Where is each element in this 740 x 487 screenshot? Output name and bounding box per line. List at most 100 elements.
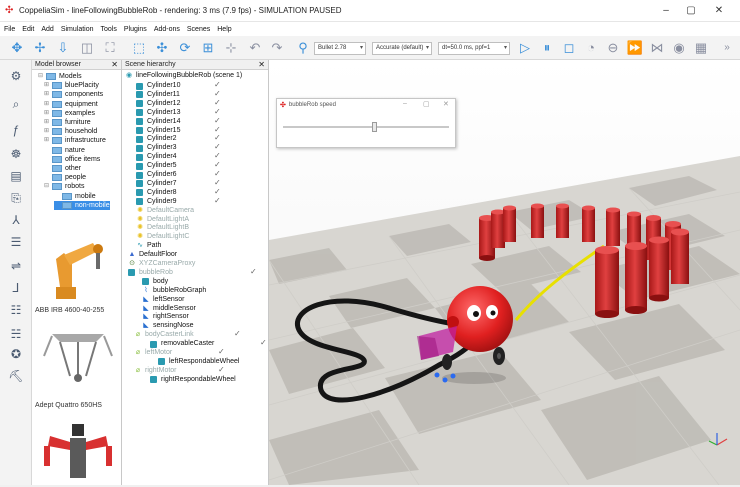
tree-expander-icon[interactable]: ⊞ (44, 136, 51, 145)
visibility-check-icon[interactable]: ✓ (214, 160, 221, 169)
scene-item-right-wheel[interactable]: rightRespondableWheel (150, 375, 236, 385)
visibility-check-icon[interactable]: ✓ (214, 151, 221, 160)
visibility-check-icon[interactable]: ✓ (214, 116, 221, 125)
model-folder-item[interactable]: ⊞ household (44, 127, 97, 136)
undo-icon[interactable]: ↶ (246, 39, 264, 57)
stop-icon[interactable]: ◻ (560, 39, 578, 57)
model-folder-item[interactable]: ⊞ examples (44, 109, 95, 118)
visibility-check-icon[interactable]: ✓ (214, 169, 221, 178)
minimize-button[interactable]: – (659, 5, 673, 17)
pause-icon[interactable]: ⏸ (538, 39, 556, 57)
tools-icon[interactable]: ⛏ (6, 366, 26, 386)
scene-hierarchy-close-icon[interactable]: ✕ (258, 60, 265, 70)
model-folder-item[interactable]: mobile (54, 192, 96, 201)
model-folder-item[interactable]: ⊞ infrastructure (44, 136, 106, 145)
selection-icon[interactable]: ☰ (6, 232, 26, 252)
camera-pan-icon[interactable]: ✥ (8, 39, 26, 57)
tree-expander-icon[interactable]: ⊞ (44, 90, 51, 99)
timestep-select[interactable]: dt=50.0 ms, ppf=1 (438, 42, 510, 55)
visibility-check-icon[interactable]: ✓ (214, 196, 221, 205)
visibility-check-icon[interactable]: ✓ (214, 107, 221, 116)
layers-icon[interactable]: ☷ (6, 300, 26, 320)
model-folder-item[interactable]: non-mobile (54, 200, 110, 210)
visibility-check-icon[interactable]: ✓ (260, 338, 267, 347)
menu-add[interactable]: Add (41, 26, 53, 33)
tree-expander-icon[interactable]: ⊞ (44, 127, 51, 136)
visibility-check-icon[interactable]: ✓ (214, 133, 221, 142)
model-folder-item[interactable]: ⊞ equipment (44, 100, 98, 109)
camera-shift-icon[interactable]: ⇩ (54, 39, 72, 57)
speed-dialog-close-button[interactable]: ✕ (443, 100, 449, 108)
model-browser-close-icon[interactable]: ✕ (111, 60, 118, 70)
dynamics-toggle-icon[interactable]: ⚲ (294, 39, 312, 57)
model-folder-item[interactable]: office items (44, 155, 100, 164)
tree-expander-icon[interactable]: ⊟ (44, 182, 51, 191)
camera-angle-icon[interactable]: ◫ (78, 39, 96, 57)
speed-slider-track[interactable] (283, 126, 449, 128)
visibility-check-icon[interactable]: ✓ (214, 142, 221, 151)
real-time-icon[interactable]: ◔ (582, 39, 600, 57)
menu-plugins[interactable]: Plugins (124, 26, 147, 33)
visibility-check-icon[interactable]: ✓ (218, 365, 225, 374)
model-preview-abb[interactable] (38, 235, 118, 305)
speed-up-icon[interactable]: ⏩ (626, 39, 644, 57)
tree-expander-icon[interactable]: ⊞ (44, 118, 51, 127)
model-folder-item[interactable]: ⊞ furniture (44, 118, 91, 127)
scene-hierarchy-toggle-icon[interactable]: ⅃ (6, 278, 26, 298)
model-preview-adept[interactable] (38, 322, 118, 392)
path-edit-icon[interactable]: ⅄ (6, 210, 26, 230)
slow-down-icon[interactable]: ⊖ (604, 39, 622, 57)
more-tools-icon[interactable]: » (718, 39, 736, 57)
maximize-button[interactable]: ▢ (684, 5, 698, 17)
model-folder-item[interactable]: ⊞ components (44, 90, 103, 99)
scene-objects-icon[interactable]: ☵ (6, 324, 26, 344)
visibility-check-icon[interactable]: ✓ (214, 178, 221, 187)
speed-dialog-maximize-button[interactable]: ▢ (423, 100, 430, 108)
close-button[interactable]: ✕ (712, 5, 726, 17)
thread-rendering-icon[interactable]: ⋈ (648, 39, 666, 57)
object-select-icon[interactable]: ⬚ (130, 39, 148, 57)
model-folder-item[interactable]: ⊟ robots (44, 182, 84, 191)
model-browser-toggle-icon[interactable]: ⇌ (6, 256, 26, 276)
visibility-check-icon[interactable]: ✓ (214, 187, 221, 196)
scripts-icon[interactable]: ▤ (6, 166, 26, 186)
menu-simulation[interactable]: Simulation (61, 26, 94, 33)
toggle-visualization-icon[interactable]: ◉ (670, 39, 688, 57)
collections-icon[interactable]: ☸ (6, 144, 26, 164)
visibility-check-icon[interactable]: ✓ (218, 347, 225, 356)
object-rotate-icon[interactable]: ⟳ (176, 39, 194, 57)
user-settings-icon[interactable]: ✪ (6, 344, 26, 364)
shape-edit-icon[interactable]: ⎘ (6, 188, 26, 208)
assemble-icon[interactable]: ⊞ (199, 39, 217, 57)
menu-help[interactable]: Help (217, 26, 231, 33)
visibility-check-icon[interactable]: ✓ (250, 267, 257, 276)
simulation-settings-icon[interactable]: ⚙ (6, 66, 26, 86)
model-folder-item[interactable]: other (44, 164, 81, 173)
model-folder-item[interactable]: people (44, 173, 86, 182)
model-folder-item[interactable]: nature (44, 146, 85, 155)
visibility-check-icon[interactable]: ✓ (214, 98, 221, 107)
menu-file[interactable]: File (4, 26, 15, 33)
camera-rotate-icon[interactable]: ✢ (31, 39, 49, 57)
calculation-modules-icon[interactable]: ƒ (6, 120, 26, 140)
menu-tools[interactable]: Tools (101, 26, 117, 33)
speed-dialog-minimize-button[interactable]: – (403, 100, 407, 107)
zoom-icon[interactable]: ⌕ (6, 94, 26, 114)
scene-layers-icon[interactable]: ▦ (692, 39, 710, 57)
menu-scenes[interactable]: Scenes (187, 26, 210, 33)
tree-expander-icon[interactable]: ⊟ (38, 72, 45, 81)
menu-addons[interactable]: Add-ons (154, 26, 180, 33)
play-icon[interactable]: ▷ (516, 39, 534, 57)
engine-select[interactable]: Bullet 2.78 (314, 42, 366, 55)
visibility-check-icon[interactable]: ✓ (214, 80, 221, 89)
model-preview-baxter[interactable] (38, 416, 118, 485)
redo-icon[interactable]: ↷ (268, 39, 286, 57)
visibility-check-icon[interactable]: ✓ (234, 329, 241, 338)
tree-expander-icon[interactable]: ⊞ (44, 81, 51, 90)
model-folder-item[interactable]: ⊞ bluePlacity (44, 81, 99, 90)
accuracy-select[interactable]: Accurate (default) (372, 42, 432, 55)
model-folder-item[interactable]: ⊟ Models (38, 72, 82, 81)
scene-root-item[interactable]: ◉ lineFollowingBubbleRob (scene 1) (125, 71, 242, 81)
transfer-dna-icon[interactable]: ⊹ (222, 39, 240, 57)
visibility-check-icon[interactable]: ✓ (214, 125, 221, 134)
